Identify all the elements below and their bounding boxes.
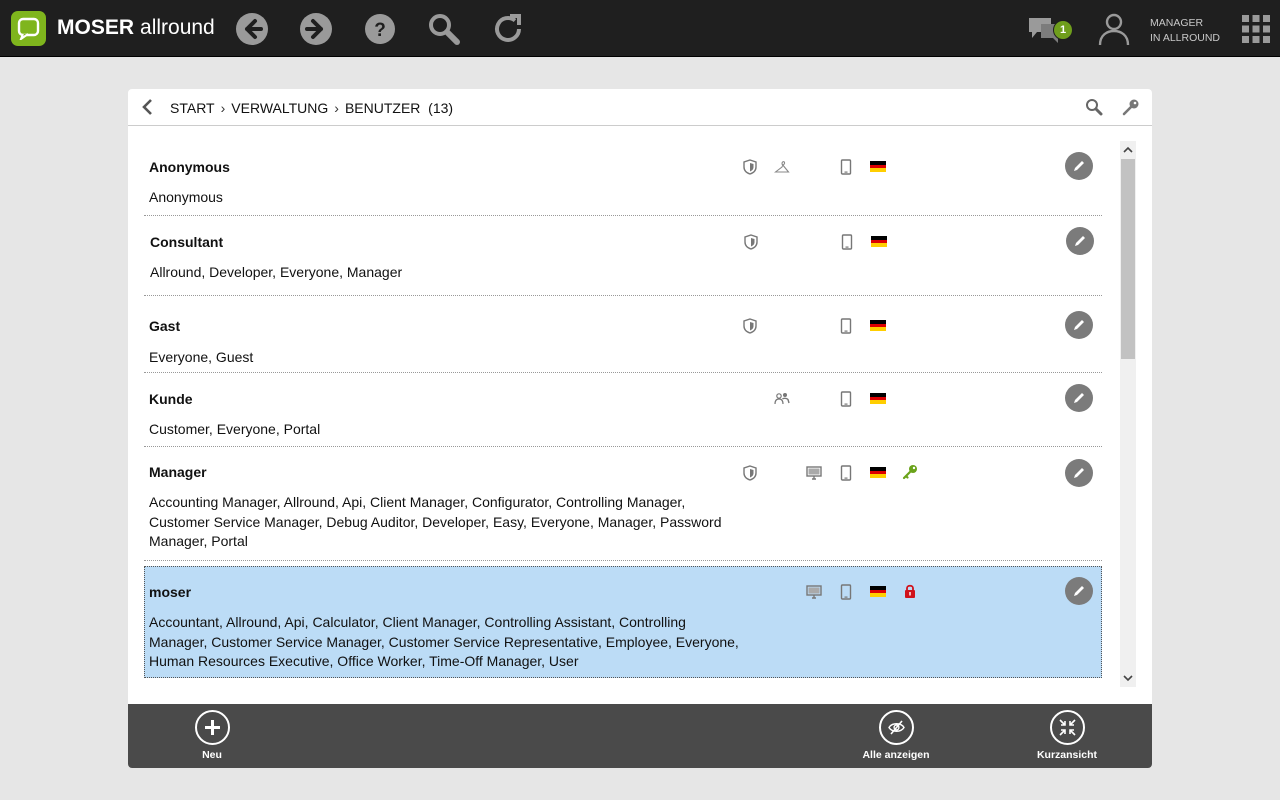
edit-button[interactable] bbox=[1065, 577, 1093, 605]
user-name: Manager bbox=[149, 464, 207, 480]
pencil-icon bbox=[1074, 320, 1084, 330]
breadcrumb: START › VERWALTUNG › BENUTZER (13) bbox=[170, 100, 453, 116]
key-icon[interactable] bbox=[1122, 98, 1140, 116]
shield-icon bbox=[743, 318, 757, 334]
edit-button[interactable] bbox=[1065, 311, 1093, 339]
pencil-icon bbox=[1075, 236, 1085, 246]
desktop-device-icon bbox=[806, 466, 822, 480]
user-name: Anonymous bbox=[149, 159, 230, 175]
collapse-arrows-icon bbox=[1049, 710, 1085, 745]
user-groups: Allround, Developer, Everyone, Manager bbox=[150, 264, 403, 280]
help-icon[interactable]: ? bbox=[363, 12, 397, 46]
plus-circle-icon bbox=[194, 710, 230, 745]
edit-button[interactable] bbox=[1065, 152, 1093, 180]
message-count-badge: 1 bbox=[1053, 20, 1073, 40]
app-grid-icon[interactable] bbox=[1242, 15, 1270, 43]
green-key-icon bbox=[902, 465, 917, 480]
user-list: Anonymous Anonymous Consultant Allround,… bbox=[144, 141, 1104, 737]
german-flag-icon bbox=[870, 320, 886, 331]
mobile-device-icon bbox=[840, 159, 852, 175]
vertical-scrollbar[interactable] bbox=[1120, 141, 1136, 687]
search-icon[interactable] bbox=[427, 12, 461, 46]
table-row[interactable]: Gast Everyone, Guest bbox=[144, 296, 1102, 373]
svg-text:?: ? bbox=[374, 20, 386, 41]
mobile-device-icon bbox=[840, 465, 852, 481]
user-groups: Everyone, Guest bbox=[149, 349, 254, 365]
user-groups: Accounting Manager, Allround, Api, Clien… bbox=[149, 494, 722, 549]
mobile-device-icon bbox=[840, 391, 852, 407]
refresh-icon[interactable] bbox=[491, 12, 525, 46]
table-row[interactable]: Kunde Customer, Everyone, Portal bbox=[144, 373, 1102, 447]
red-lock-icon bbox=[905, 584, 915, 598]
breadcrumb-start[interactable]: START bbox=[170, 100, 215, 116]
german-flag-icon bbox=[870, 586, 886, 597]
search-icon[interactable] bbox=[1085, 98, 1103, 116]
german-flag-icon bbox=[870, 467, 886, 478]
user-name: Consultant bbox=[150, 234, 224, 250]
shield-icon bbox=[743, 465, 757, 481]
mobile-device-icon bbox=[841, 234, 853, 250]
compact-view-label: Kurzansicht bbox=[1036, 749, 1098, 761]
pencil-icon bbox=[1074, 468, 1084, 478]
chevron-up-icon[interactable] bbox=[1120, 143, 1136, 157]
mobile-device-icon bbox=[840, 584, 852, 600]
user-avatar-icon[interactable] bbox=[1097, 12, 1131, 46]
hanger-icon bbox=[774, 161, 790, 173]
new-button[interactable]: Neu bbox=[192, 710, 232, 761]
user-groups: Anonymous bbox=[149, 189, 223, 205]
breadcrumb-separator: › bbox=[334, 100, 339, 116]
user-count: (13) bbox=[428, 100, 454, 116]
chevron-down-icon[interactable] bbox=[1120, 671, 1136, 685]
table-row[interactable]: Consultant Allround, Developer, Everyone… bbox=[144, 216, 1102, 296]
action-footer: Neu Alle anzeigen Kurzansicht bbox=[128, 704, 1152, 768]
edit-button[interactable] bbox=[1066, 227, 1094, 255]
breadcrumb-bar: START › VERWALTUNG › BENUTZER (13) bbox=[128, 89, 1152, 126]
user-groups: Customer, Everyone, Portal bbox=[149, 421, 321, 437]
shield-icon bbox=[743, 159, 757, 175]
chevron-left-icon[interactable] bbox=[140, 98, 156, 116]
user-list-card: START › VERWALTUNG › BENUTZER (13) Anonymous… bbox=[128, 89, 1152, 768]
brand-suffix: allround bbox=[140, 16, 215, 39]
brand-name: MOSER bbox=[57, 16, 135, 39]
mobile-device-icon bbox=[840, 318, 852, 334]
group-users-icon bbox=[774, 393, 790, 405]
user-role-line2: IN ALLROUND bbox=[1150, 32, 1221, 44]
edit-button[interactable] bbox=[1065, 384, 1093, 412]
desktop-device-icon bbox=[806, 585, 822, 599]
user-role-line1: MANAGER bbox=[1150, 17, 1204, 29]
user-name: Kunde bbox=[149, 391, 193, 407]
show-all-label: Alle anzeigen bbox=[862, 749, 930, 761]
eye-hidden-icon bbox=[878, 710, 914, 745]
breadcrumb-benutzer: BENUTZER bbox=[344, 100, 421, 116]
german-flag-icon bbox=[871, 236, 887, 247]
forward-arrow-icon[interactable] bbox=[299, 12, 333, 46]
show-all-button[interactable]: Alle anzeigen bbox=[856, 710, 936, 761]
table-row[interactable]: Anonymous Anonymous bbox=[144, 141, 1102, 216]
pencil-icon bbox=[1074, 393, 1084, 403]
user-groups: Accountant, Allround, Api, Calculator, C… bbox=[149, 614, 739, 669]
top-bar: MOSER allround ? 1 MANAGER IN ALLROUND bbox=[0, 0, 1280, 57]
user-name: Gast bbox=[149, 318, 181, 334]
edit-button[interactable] bbox=[1065, 459, 1093, 487]
shield-icon bbox=[744, 234, 758, 250]
german-flag-icon bbox=[870, 161, 886, 172]
compact-view-button[interactable]: Kurzansicht bbox=[1027, 710, 1107, 761]
table-row[interactable]: Manager Accounting Manager, Allround, Ap… bbox=[144, 447, 1102, 561]
user-role[interactable]: MANAGER IN ALLROUND bbox=[1150, 16, 1220, 46]
app-logo[interactable] bbox=[11, 11, 46, 46]
pencil-icon bbox=[1074, 161, 1084, 171]
back-arrow-icon[interactable] bbox=[235, 12, 269, 46]
user-name: moser bbox=[149, 584, 192, 600]
german-flag-icon bbox=[870, 393, 886, 404]
app-brand: MOSER allround bbox=[57, 16, 215, 40]
breadcrumb-verwaltung[interactable]: VERWALTUNG bbox=[231, 100, 328, 116]
scrollbar-thumb[interactable] bbox=[1121, 159, 1135, 359]
table-row-selected[interactable]: moser Accountant, Allround, Api, Calcula… bbox=[144, 566, 1102, 678]
new-label: Neu bbox=[202, 749, 222, 761]
pencil-icon bbox=[1074, 586, 1084, 596]
chat-logo-icon bbox=[17, 17, 40, 40]
breadcrumb-separator: › bbox=[220, 100, 226, 116]
